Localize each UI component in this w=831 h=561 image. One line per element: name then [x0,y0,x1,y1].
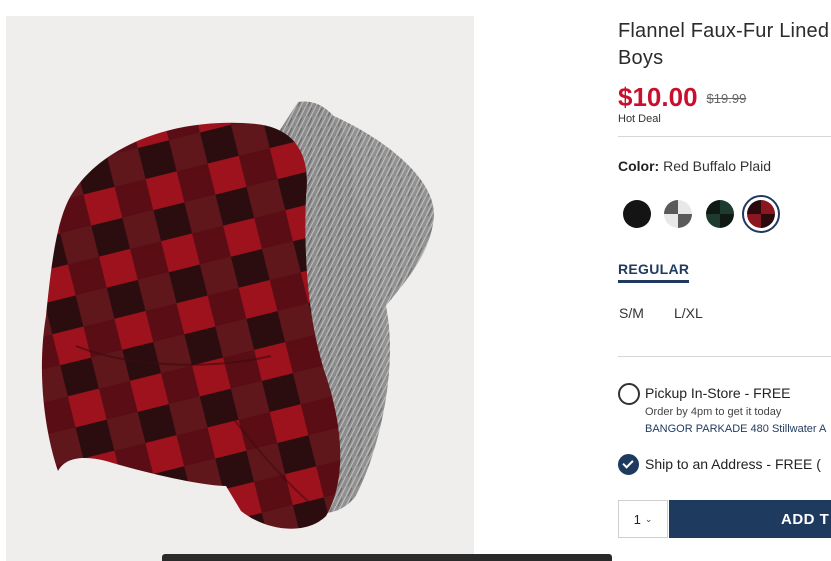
product-title-line-1: Flannel Faux-Fur Lined [618,20,830,42]
swatch-green-plaid[interactable] [706,200,734,228]
color-value: Red Buffalo Plaid [663,158,772,174]
pickup-radio[interactable] [618,383,640,405]
size-option-s-m[interactable]: S/M [619,305,644,321]
swatch-white-plaid[interactable] [664,200,692,228]
pickup-label: Pickup In-Store - FREE [645,385,791,401]
tab-regular-fit[interactable]: REGULAR [618,261,690,283]
swatch-black[interactable] [623,200,651,228]
quantity-value: 1 [633,511,641,527]
deal-badge: Hot Deal [618,113,661,125]
size-option-l-xl[interactable]: L/XL [674,305,703,321]
color-selection-label: Color: Red Buffalo Plaid [618,158,771,174]
product-title-line-2: Boys [618,47,664,69]
add-to-bag-button[interactable]: ADD T [669,500,831,538]
product-title: Flannel Faux-Fur Lined Boys [618,18,831,72]
product-image[interactable] [6,16,474,561]
quantity-select[interactable]: 1 ⌄ [618,500,668,538]
pickup-store-link[interactable]: BANGOR PARKADE 480 Stillwater A [645,423,826,435]
pickup-note: Order by 4pm to get it today [645,406,782,418]
trapper-hat-illustration [41,101,435,529]
original-price: $19.99 [706,91,747,106]
price-row: $10.00 $19.99 [618,82,746,113]
sale-price: $10.00 [618,82,698,112]
ship-radio-checked[interactable] [618,454,639,475]
swatch-red-buffalo-plaid[interactable] [747,200,775,228]
bottom-toolbar-bar [162,554,612,561]
divider [618,136,831,137]
chevron-down-icon: ⌄ [644,513,653,524]
ship-label: Ship to an Address - FREE ( [645,456,821,472]
divider [618,356,831,357]
color-label: Color: [618,158,660,174]
